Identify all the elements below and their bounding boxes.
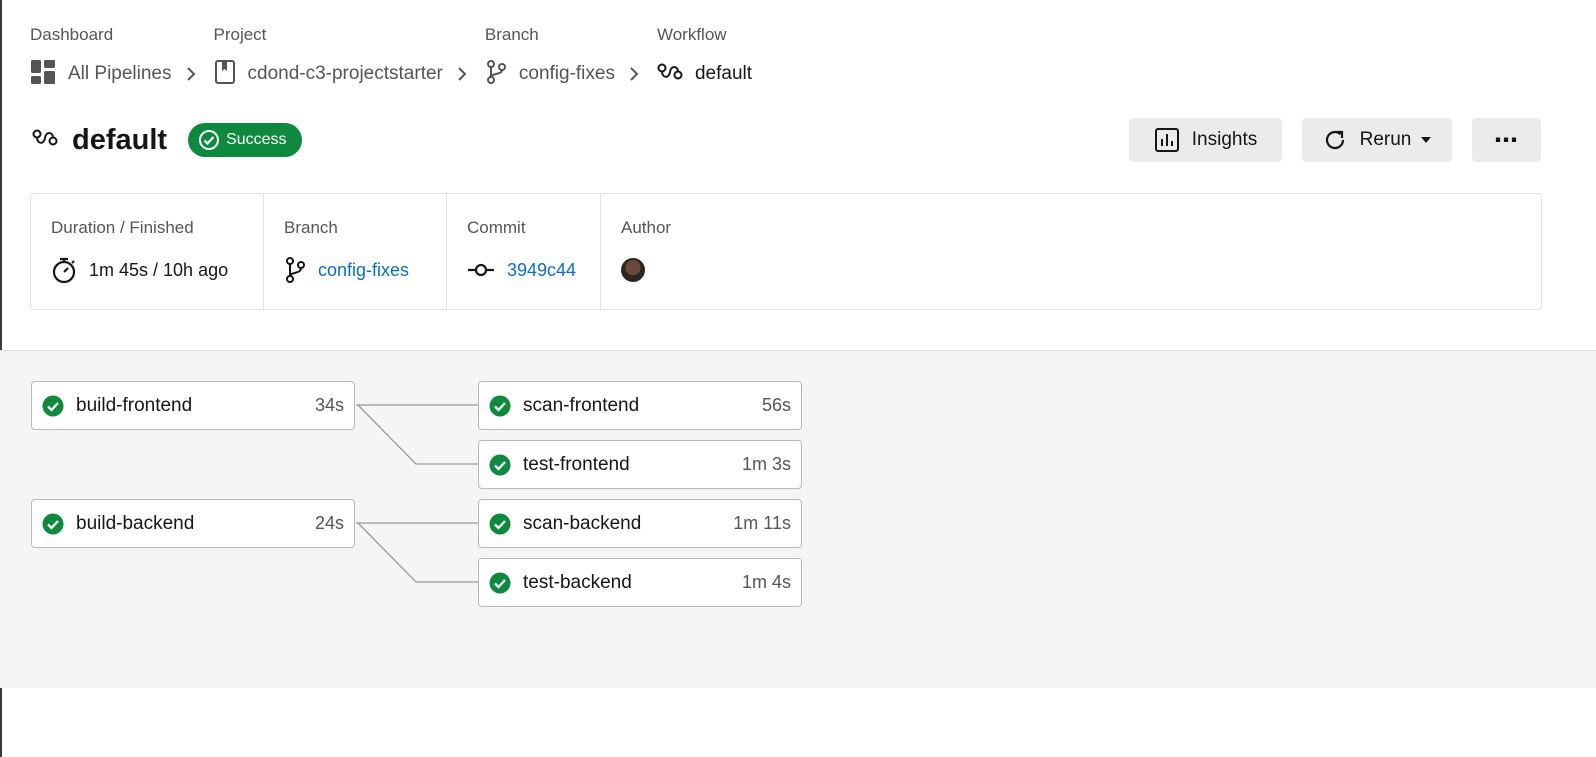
branch-link[interactable]: config-fixes xyxy=(318,260,409,281)
job-name: scan-frontend xyxy=(523,394,640,416)
rerun-button[interactable]: Rerun xyxy=(1302,118,1452,162)
page-title: default xyxy=(72,123,168,156)
stopwatch-icon xyxy=(52,257,76,284)
chevron-right-icon xyxy=(457,66,467,82)
branch-icon xyxy=(485,59,507,90)
breadcrumb-label: default xyxy=(694,63,753,84)
chevron-right-icon xyxy=(629,66,639,82)
breadcrumb-heading: Branch xyxy=(484,25,539,44)
breadcrumb-heading: Project xyxy=(213,25,267,44)
check-circle-icon xyxy=(489,513,511,534)
breadcrumb-dashboard: Dashboard All Pipelines xyxy=(30,22,214,100)
job-name: build-backend xyxy=(76,512,195,534)
job-duration: 1m 11s xyxy=(733,513,791,533)
rerun-label: Rerun xyxy=(1359,129,1412,150)
check-circle-icon xyxy=(489,572,511,593)
job-card[interactable]: build-backend 24s xyxy=(31,499,355,548)
job-card[interactable]: test-backend 1m 4s xyxy=(478,558,802,607)
meta-duration: Duration / Finished 1m 45s / 10h ago xyxy=(31,194,263,309)
check-circle-icon xyxy=(42,513,64,534)
job-card[interactable]: scan-frontend 56s xyxy=(478,381,802,430)
job-duration: 24s xyxy=(314,513,344,533)
meta-label: Duration / Finished xyxy=(51,218,194,237)
workflow-icon xyxy=(32,127,58,154)
meta-branch: Branch config-fixes xyxy=(263,194,446,309)
breadcrumb-link-branch[interactable]: config-fixes xyxy=(485,48,657,100)
bar-chart-icon xyxy=(1154,128,1179,152)
job-name: scan-backend xyxy=(523,512,642,534)
job-duration: 56s xyxy=(761,395,791,415)
status-label: Success xyxy=(226,131,287,148)
job-duration: 1m 4s xyxy=(741,572,791,592)
breadcrumb-label: cdond-c3-projectstarter xyxy=(247,63,443,84)
meta-author-row xyxy=(621,255,780,285)
job-duration: 1m 3s xyxy=(741,454,791,474)
meta-label: Commit xyxy=(467,218,526,237)
meta-commit-row: 3949c44 xyxy=(467,255,580,285)
check-circle-icon xyxy=(42,395,64,416)
check-circle-icon xyxy=(489,395,511,416)
duration-value: 1m 45s / 10h ago xyxy=(89,259,229,280)
breadcrumb-branch: Branch config-fixes xyxy=(485,22,657,100)
insights-label: Insights xyxy=(1191,129,1258,150)
avatar[interactable] xyxy=(621,258,645,282)
meta-duration-row: 1m 45s / 10h ago xyxy=(51,255,243,285)
job-duration: 34s xyxy=(314,395,344,415)
meta-author: Author xyxy=(600,194,800,309)
breadcrumb-link-project[interactable]: cdond-c3-projectstarter xyxy=(214,48,485,100)
breadcrumb-heading: Dashboard xyxy=(30,25,114,44)
workflow-icon xyxy=(657,61,683,88)
more-options-button[interactable]: ⋯ xyxy=(1472,118,1541,162)
job-name: test-frontend xyxy=(523,453,630,475)
job-card[interactable]: test-frontend 1m 3s xyxy=(478,440,802,489)
refresh-icon xyxy=(1325,130,1344,150)
meta-label: Branch xyxy=(284,218,338,237)
repo-icon xyxy=(214,59,236,90)
check-circle-icon xyxy=(489,454,511,475)
check-circle-icon xyxy=(199,130,220,150)
dashboard-icon xyxy=(30,59,56,90)
breadcrumb-label: All Pipelines xyxy=(68,63,172,84)
job-name: build-frontend xyxy=(76,394,193,416)
caret-down-icon xyxy=(1421,137,1432,143)
status-badge: Success xyxy=(188,123,302,157)
meta-branch-row: config-fixes xyxy=(284,255,426,285)
workflow-meta-card: Duration / Finished 1m 45s / 10h ago Bra… xyxy=(30,193,1542,310)
more-icon: ⋯ xyxy=(1494,126,1519,154)
meta-label: Author xyxy=(621,218,672,237)
breadcrumb-current-workflow: default xyxy=(657,48,752,100)
job-card[interactable]: scan-backend 1m 11s xyxy=(478,499,802,548)
breadcrumb-heading: Workflow xyxy=(656,25,727,44)
breadcrumb-link-all-pipelines[interactable]: All Pipelines xyxy=(30,48,214,100)
page-header: default Success xyxy=(32,120,302,160)
meta-commit: Commit 3949c44 xyxy=(446,194,600,309)
insights-button[interactable]: Insights xyxy=(1129,118,1282,162)
author-name-redacted xyxy=(657,264,767,276)
commit-icon xyxy=(468,263,494,277)
chevron-right-icon xyxy=(186,66,196,82)
breadcrumb-project: Project cdond-c3-projectstarter xyxy=(214,22,485,100)
job-card[interactable]: build-frontend 34s xyxy=(31,381,355,430)
workflow-graph: build-frontend 34s scan-frontend 56s tes… xyxy=(0,350,1596,688)
commit-link[interactable]: 3949c44 xyxy=(507,260,576,281)
job-name: test-backend xyxy=(523,571,632,593)
breadcrumb-label: config-fixes xyxy=(518,63,615,84)
branch-icon xyxy=(286,257,305,283)
breadcrumb: Dashboard All Pipelines Project cdond-c3… xyxy=(30,22,752,100)
breadcrumb-workflow: Workflow default xyxy=(657,22,752,100)
